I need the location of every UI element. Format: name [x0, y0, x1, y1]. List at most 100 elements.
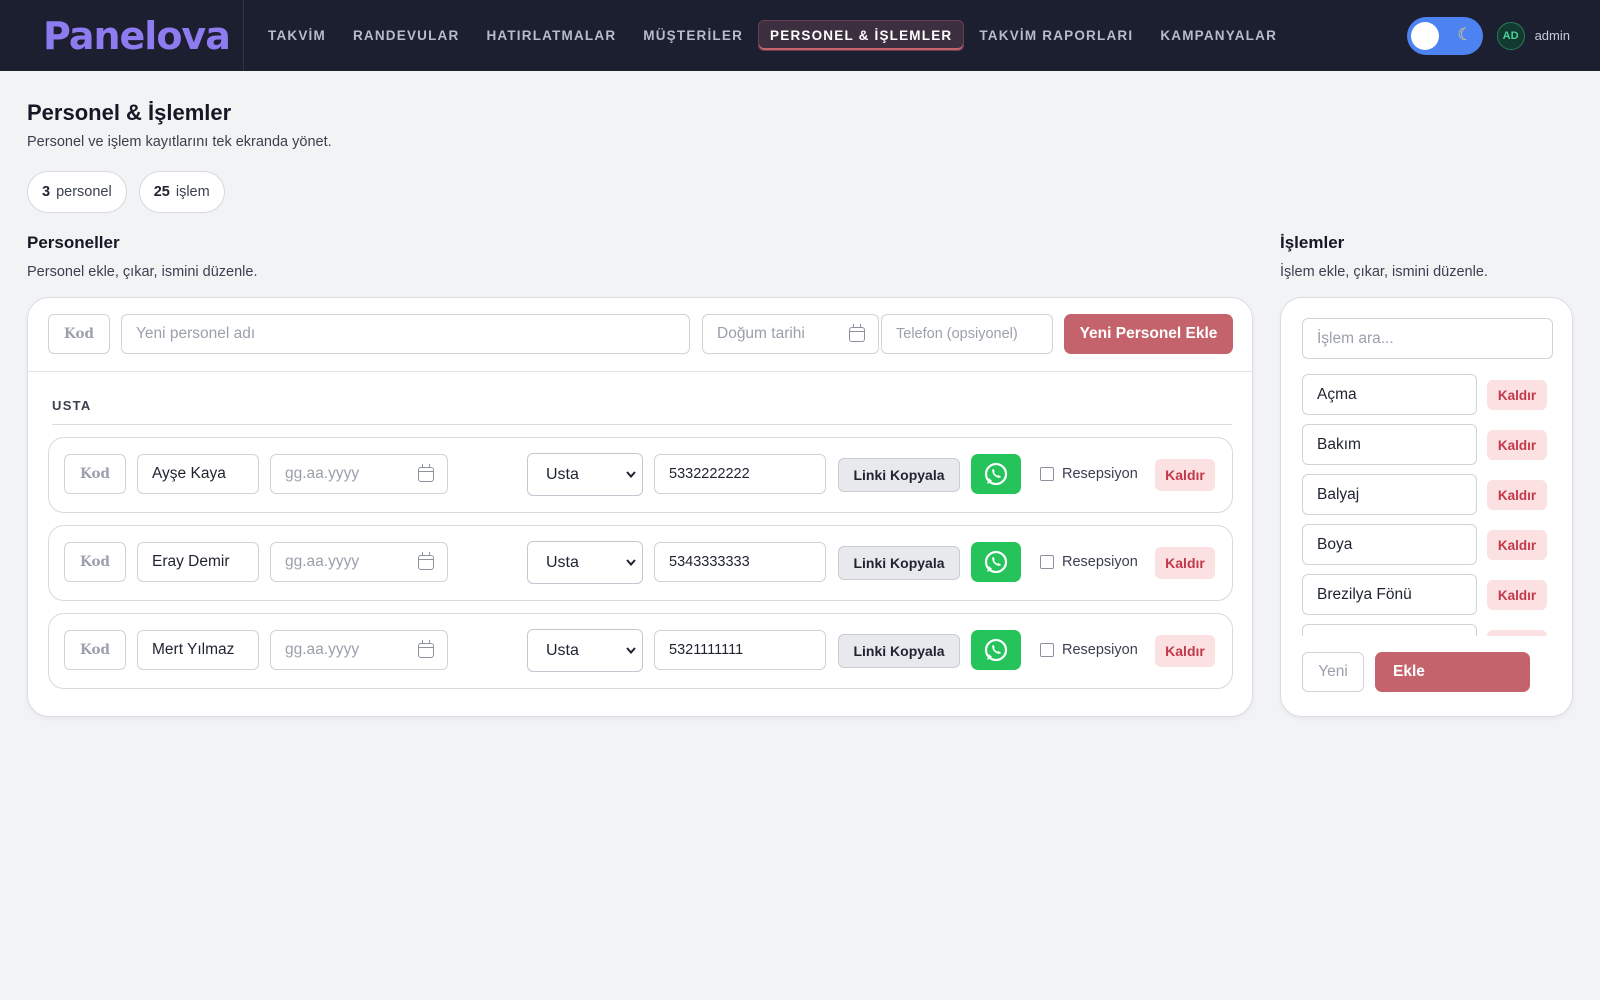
- checkbox-box[interactable]: [1040, 555, 1054, 569]
- reception-label: Resepsiyon: [1062, 554, 1138, 570]
- moon-icon: ☾: [1457, 24, 1473, 44]
- staff-birthdate-input[interactable]: gg.aa.yyyy: [270, 542, 448, 582]
- staff-row: Kod Mert Yılmaz gg.aa.yyyy Usta 5321111111 Li…: [48, 613, 1233, 689]
- service-item: Balyaj Kaldır: [1302, 474, 1562, 515]
- staff-phone-input[interactable]: 5332222222: [654, 454, 826, 494]
- staff-section-title: Personeller: [27, 233, 120, 252]
- service-search-input[interactable]: İşlem ara...: [1302, 318, 1553, 359]
- service-item: Bakım Kaldır: [1302, 424, 1562, 465]
- nav-item[interactable]: RANDEVULAR: [341, 20, 472, 51]
- calendar-icon[interactable]: [418, 552, 434, 570]
- checkbox-box[interactable]: [1040, 643, 1054, 657]
- whatsapp-icon: [984, 550, 1008, 574]
- remove-service-button[interactable]: Kaldır: [1487, 480, 1547, 510]
- whatsapp-icon: [984, 462, 1008, 486]
- staff-phone-input[interactable]: 5321111111: [654, 630, 826, 670]
- staff-role-select[interactable]: Usta: [527, 629, 643, 672]
- chevron-down-icon: [626, 471, 636, 479]
- reception-checkbox[interactable]: Resepsiyon: [1040, 554, 1138, 570]
- service-item: Boya Kaldır: [1302, 524, 1562, 565]
- whatsapp-button[interactable]: [971, 630, 1021, 670]
- chevron-down-icon: [626, 559, 636, 567]
- nav-item[interactable]: HATIRLATMALAR: [474, 20, 628, 51]
- new-service-input[interactable]: Yeni: [1302, 652, 1364, 692]
- service-name-input[interactable]: Balyaj: [1302, 474, 1477, 515]
- remove-staff-button[interactable]: Kaldır: [1155, 547, 1215, 579]
- service-item: [1302, 624, 1562, 636]
- calendar-icon[interactable]: [418, 464, 434, 482]
- reception-label: Resepsiyon: [1062, 466, 1138, 482]
- staff-code-input[interactable]: Kod: [64, 630, 126, 670]
- calendar-icon[interactable]: [418, 640, 434, 658]
- services-card: İşlem ara... Açma Kaldır Bakım Kaldır Balyaj…: [1280, 297, 1573, 717]
- remove-service-button[interactable]: Kaldır: [1487, 380, 1547, 410]
- remove-staff-button[interactable]: Kaldır: [1155, 459, 1215, 491]
- staff-name-input[interactable]: Ayşe Kaya: [137, 454, 259, 494]
- birthdate-placeholder: Doğum tarihi: [717, 325, 805, 342]
- staff-row: Kod Eray Demir gg.aa.yyyy Usta 5343333333 Lin…: [48, 525, 1233, 601]
- nav-item[interactable]: TAKVİM: [256, 20, 338, 51]
- brand-name: Panelova: [43, 13, 231, 58]
- service-name-input[interactable]: [1302, 624, 1477, 636]
- service-name-input[interactable]: Boya: [1302, 524, 1477, 565]
- add-staff-form: Kod Yeni personel adı Doğum tarihi Telef…: [28, 298, 1252, 372]
- services-list[interactable]: Açma Kaldır Bakım Kaldır Balyaj Kaldır Boya Kal…: [1281, 374, 1572, 636]
- remove-service-button[interactable]: Kaldır: [1487, 580, 1547, 610]
- staff-section-subtitle: Personel ekle, çıkar, ismini düzenle.: [27, 264, 258, 280]
- service-count-pill: 25 işlem: [138, 171, 225, 213]
- whatsapp-icon: [984, 638, 1008, 662]
- add-staff-button[interactable]: Yeni Personel Ekle: [1064, 314, 1233, 354]
- page-subtitle: Personel ve işlem kayıtlarını tek ekrand…: [27, 134, 332, 150]
- page-title: Personel & İşlemler: [27, 100, 232, 125]
- role-value: Usta: [546, 553, 579, 571]
- staff-name-input[interactable]: Mert Yılmaz: [137, 630, 259, 670]
- birthdate-placeholder: gg.aa.yyyy: [285, 641, 360, 658]
- staff-count: 3: [42, 184, 51, 200]
- birthdate-placeholder: gg.aa.yyyy: [285, 465, 360, 482]
- nav-item[interactable]: MÜŞTERİLER: [631, 20, 755, 51]
- nav-item[interactable]: PERSONEL & İŞLEMLER: [758, 20, 965, 51]
- staff-birthdate-input[interactable]: gg.aa.yyyy: [270, 454, 448, 494]
- new-staff-code-input[interactable]: Kod: [48, 314, 110, 354]
- theme-toggle[interactable]: ☾: [1406, 16, 1483, 55]
- service-count-label: işlem: [175, 184, 210, 200]
- services-section-subtitle: İşlem ekle, çıkar, ismini düzenle.: [1280, 264, 1488, 280]
- nav-item[interactable]: KAMPANYALAR: [1148, 20, 1289, 51]
- reception-checkbox[interactable]: Resepsiyon: [1040, 642, 1138, 658]
- service-name-input[interactable]: Açma: [1302, 374, 1477, 415]
- whatsapp-button[interactable]: [971, 454, 1021, 494]
- nav-item[interactable]: TAKVİM RAPORLARI: [967, 20, 1145, 51]
- calendar-icon[interactable]: [849, 324, 865, 342]
- staff-name-input[interactable]: Eray Demir: [137, 542, 259, 582]
- remove-service-button[interactable]: Kaldır: [1487, 530, 1547, 560]
- user-avatar[interactable]: AD: [1496, 21, 1525, 50]
- staff-group-label: USTA: [52, 398, 92, 413]
- new-staff-phone-input[interactable]: Telefon (opsiyonel): [881, 314, 1053, 354]
- copy-link-button[interactable]: Linki Kopyala: [838, 634, 960, 668]
- reception-checkbox[interactable]: Resepsiyon: [1040, 466, 1138, 482]
- service-name-input[interactable]: Brezilya Fönü: [1302, 574, 1477, 615]
- user-name[interactable]: admin: [1535, 28, 1570, 43]
- service-name-input[interactable]: Bakım: [1302, 424, 1477, 465]
- copy-link-button[interactable]: Linki Kopyala: [838, 458, 960, 492]
- checkbox-box[interactable]: [1040, 467, 1054, 481]
- staff-code-input[interactable]: Kod: [64, 542, 126, 582]
- services-section-title: İşlemler: [1280, 233, 1345, 252]
- remove-service-button[interactable]: Kaldır: [1487, 430, 1547, 460]
- brand-logo[interactable]: Panelova: [0, 0, 244, 71]
- toggle-knob: [1410, 21, 1439, 50]
- copy-link-button[interactable]: Linki Kopyala: [838, 546, 960, 580]
- new-staff-birthdate-input[interactable]: Doğum tarihi: [702, 314, 879, 354]
- staff-role-select[interactable]: Usta: [527, 541, 643, 584]
- staff-phone-input[interactable]: 5343333333: [654, 542, 826, 582]
- remove-staff-button[interactable]: Kaldır: [1155, 635, 1215, 667]
- birthdate-placeholder: gg.aa.yyyy: [285, 553, 360, 570]
- service-item: Brezilya Fönü Kaldır: [1302, 574, 1562, 615]
- whatsapp-button[interactable]: [971, 542, 1021, 582]
- staff-code-input[interactable]: Kod: [64, 454, 126, 494]
- service-item: Açma Kaldır: [1302, 374, 1562, 415]
- new-staff-name-input[interactable]: Yeni personel adı: [121, 314, 690, 354]
- staff-role-select[interactable]: Usta: [527, 453, 643, 496]
- add-service-button[interactable]: Ekle: [1375, 652, 1530, 692]
- staff-birthdate-input[interactable]: gg.aa.yyyy: [270, 630, 448, 670]
